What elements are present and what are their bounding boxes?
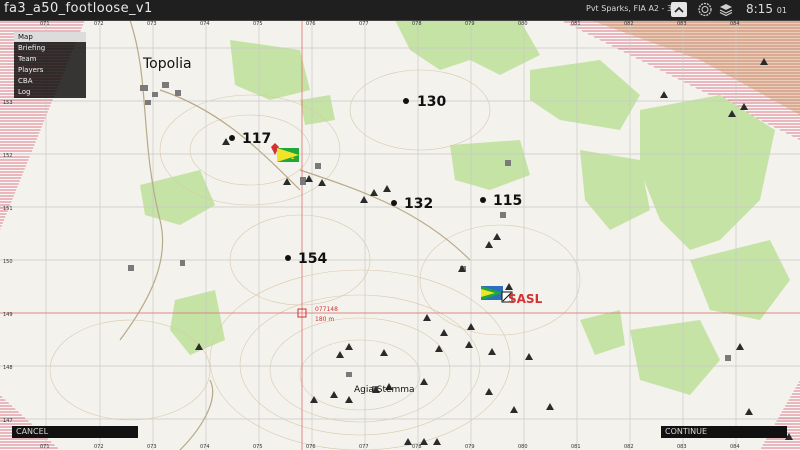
layers-button[interactable] — [718, 2, 734, 17]
red-marker-label: SASL — [508, 292, 543, 306]
grid-label: 073 — [147, 444, 157, 450]
town-label-topolia: Topolia — [142, 56, 192, 72]
map-toggle-button[interactable] — [671, 2, 687, 17]
clock: 8:15 01 — [746, 2, 787, 16]
grid-label: 079 — [465, 21, 475, 27]
grid-label: 078 — [412, 444, 422, 450]
menu-item-briefing[interactable]: Briefing — [14, 43, 86, 53]
grid-label: 148 — [3, 365, 13, 371]
grid-label: 152 — [3, 153, 13, 159]
map-icon — [674, 6, 684, 13]
grid-label: 081 — [571, 444, 581, 450]
grid-label: 074 — [200, 444, 210, 450]
grid-label: 080 — [518, 444, 528, 450]
hill-label-154: 154 — [298, 251, 327, 267]
group-marker-label: 1 — [290, 152, 295, 161]
clock-seconds: 01 — [776, 6, 787, 15]
grid-label: 153 — [3, 100, 13, 106]
grid-label: 074 — [200, 21, 210, 27]
menu-item-log[interactable]: Log — [14, 87, 86, 97]
grid-label: 073 — [147, 21, 157, 27]
grid-label: 077 — [359, 21, 369, 27]
hill-label-115: 115 — [493, 193, 522, 209]
game-screen: 071 072 073 074 075 076 077 078 079 080 … — [0, 0, 800, 450]
grid-label: 082 — [624, 444, 634, 450]
grid-label: 083 — [677, 21, 687, 27]
top-bar: fa3_a50_footloose_v1 Pvt Sparks, FIA A2 … — [0, 0, 800, 21]
grid-label: 080 — [518, 21, 528, 27]
layers-icon — [719, 4, 733, 17]
cancel-button[interactable]: CANCEL — [12, 426, 138, 438]
hill-dot-icon — [480, 197, 486, 203]
grid-label: 147 — [3, 418, 13, 424]
grid-label: 076 — [306, 444, 316, 450]
grid-label: 072 — [94, 444, 104, 450]
grid-label: 150 — [3, 259, 13, 265]
grid-label: 083 — [677, 444, 687, 450]
menu-item-cba[interactable]: CBA — [14, 76, 86, 86]
continue-button[interactable]: CONTINUE — [661, 426, 787, 438]
clock-time: 8:15 — [746, 2, 773, 16]
grid-label: 071 — [40, 444, 50, 450]
compass-icon — [698, 2, 712, 17]
grid-label: 072 — [94, 21, 104, 27]
grid-label: 075 — [253, 444, 263, 450]
grid-label: 076 — [306, 21, 316, 27]
grid-label: 071 — [40, 21, 50, 27]
hill-dot-icon — [285, 255, 291, 261]
hill-label-130: 130 — [417, 94, 446, 110]
mission-title: fa3_a50_footloose_v1 — [4, 1, 153, 16]
hill-label-132: 132 — [404, 196, 433, 212]
grid-label: 078 — [412, 21, 422, 27]
cursor-grid-readout: 077148 — [315, 306, 338, 313]
compass-button[interactable] — [697, 2, 713, 17]
hill-dot-icon — [391, 200, 397, 206]
cursor-distance-readout: 180 m — [315, 316, 334, 323]
grid-label: 149 — [3, 312, 13, 318]
grid-label: 079 — [465, 444, 475, 450]
menu-item-team[interactable]: Team — [14, 54, 86, 64]
grid-label: 075 — [253, 21, 263, 27]
hill-label-117: 117 — [242, 131, 271, 147]
menu-item-players[interactable]: Players — [14, 65, 86, 75]
grid-label: 077 — [359, 444, 369, 450]
grid-label: 084 — [730, 21, 740, 27]
hill-dot-icon — [403, 98, 409, 104]
player-info: Pvt Sparks, FIA A2 - 3 — [586, 4, 673, 13]
menu-item-map[interactable]: Map — [14, 32, 86, 42]
grid-label: 081 — [571, 21, 581, 27]
hill-dot-icon — [229, 135, 235, 141]
side-menu: Map Briefing Team Players CBA Log — [14, 32, 86, 98]
grid-label: 082 — [624, 21, 634, 27]
grid-label: 151 — [3, 206, 13, 212]
terrain-map[interactable]: 071 072 073 074 075 076 077 078 079 080 … — [0, 20, 800, 450]
town-label-agia-stemma: Agia Stemma — [354, 385, 415, 395]
grid-label: 084 — [730, 444, 740, 450]
